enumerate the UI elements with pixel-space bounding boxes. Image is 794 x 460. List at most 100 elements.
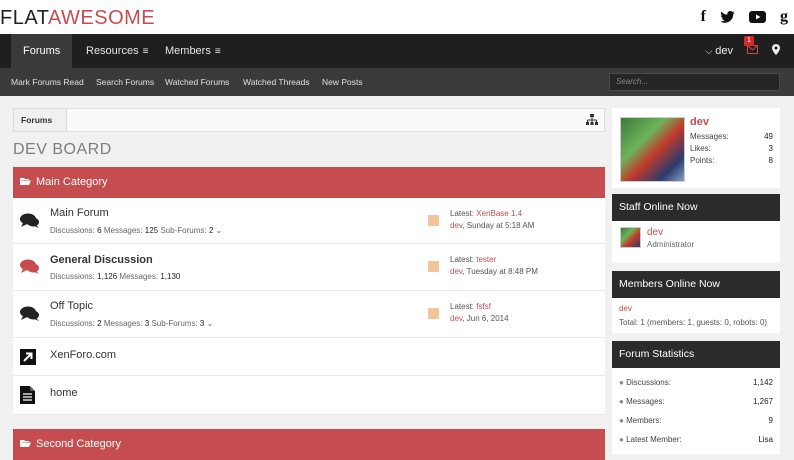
comments-icon: ● bbox=[619, 378, 624, 387]
user-menu: ⌵ dev 1 bbox=[705, 34, 780, 68]
link-forum-title[interactable]: XenForo.com bbox=[50, 349, 116, 361]
staff-online-panel: Staff Online Now dev Administrator bbox=[612, 194, 780, 263]
forum-title[interactable]: Main Forum bbox=[50, 207, 109, 219]
staff-role: Administrator bbox=[647, 240, 695, 249]
page-title-link[interactable]: home bbox=[50, 387, 78, 399]
breadcrumb-forums[interactable]: Forums bbox=[14, 109, 68, 131]
tab-forums-label: Forums bbox=[23, 45, 61, 57]
document-icon bbox=[20, 386, 35, 404]
rss-icon[interactable] bbox=[428, 215, 439, 226]
link-forum-node: XenForo.com bbox=[13, 338, 605, 376]
stat-value: 9 bbox=[768, 416, 773, 425]
points-count: 8 bbox=[768, 156, 773, 165]
likes-label: Likes: bbox=[690, 144, 711, 153]
category-header-second[interactable]: Second Category bbox=[13, 429, 605, 460]
forum-stats: Discussions: 1,126 Messages: 1,130 bbox=[50, 272, 181, 281]
tab-members-label: Members bbox=[165, 45, 211, 57]
youtube-icon[interactable] bbox=[749, 11, 766, 23]
stat-row-messages: ● Messages: bbox=[619, 397, 665, 406]
forum-title[interactable]: General Discussion bbox=[50, 254, 153, 266]
folder-open-icon bbox=[20, 167, 31, 198]
messages-count: 49 bbox=[764, 132, 773, 141]
online-member-link[interactable]: dev bbox=[619, 304, 632, 313]
menu-icon: ≡ bbox=[142, 46, 149, 57]
main-content: Forums DEV BOARD Main Category Main Foru… bbox=[13, 108, 605, 460]
user-dropdown[interactable]: ⌵ dev bbox=[705, 45, 733, 57]
google-icon[interactable]: g bbox=[780, 8, 788, 26]
staff-username[interactable]: dev bbox=[647, 227, 663, 238]
visitor-panel: dev Messages: 49 Likes: 3 Points: 8 bbox=[612, 108, 780, 188]
twitter-icon[interactable] bbox=[720, 11, 735, 23]
sub-navigation: Mark Forums Read Search Forums Watched F… bbox=[0, 68, 794, 96]
latest-thread-link[interactable]: tester bbox=[476, 255, 496, 264]
comments-icon bbox=[20, 306, 39, 321]
inbox-button[interactable]: 1 bbox=[744, 36, 758, 57]
page-node: home bbox=[13, 376, 605, 415]
latest-post: Latest: XenBase 1.4 dev, Sunday at 5:18 … bbox=[450, 209, 535, 230]
forum-title[interactable]: Off Topic bbox=[50, 300, 93, 312]
category-title: Main Category bbox=[36, 176, 108, 188]
chevron-down-icon: ⌄ bbox=[204, 319, 214, 328]
site-logo[interactable]: FLATAWESOME bbox=[0, 7, 155, 30]
category-title: Second Category bbox=[36, 438, 121, 450]
stat-row-latest-member: ● Latest Member: bbox=[619, 435, 682, 444]
logo-awesome: AWESOME bbox=[47, 7, 156, 29]
facebook-icon[interactable]: f bbox=[701, 8, 706, 26]
external-link-icon bbox=[20, 349, 36, 365]
latest-thread-link[interactable]: XenBase 1.4 bbox=[476, 209, 522, 218]
staff-online-heading: Staff Online Now bbox=[612, 194, 780, 221]
forum-statistics-panel: Forum Statistics ● Discussions: 1,142 ● … bbox=[612, 341, 780, 454]
watched-threads-link[interactable]: Watched Threads bbox=[243, 68, 310, 96]
latest-thread-link[interactable]: fsfsf bbox=[476, 302, 491, 311]
inbox-badge: 1 bbox=[744, 36, 754, 46]
search-input[interactable]: Search... bbox=[609, 73, 780, 91]
site-header: FLATAWESOME f g bbox=[0, 0, 794, 34]
rss-icon[interactable] bbox=[428, 308, 439, 319]
online-total: Total: 1 (members: 1, guests: 0, robots:… bbox=[619, 318, 768, 327]
map-marker-icon[interactable] bbox=[772, 44, 780, 58]
rss-icon[interactable] bbox=[428, 261, 439, 272]
points-label: Points: bbox=[690, 156, 715, 165]
breadcrumb: Forums bbox=[13, 108, 605, 132]
likes-count: 3 bbox=[768, 144, 773, 153]
comments-icon bbox=[20, 213, 39, 228]
mark-forums-read-link[interactable]: Mark Forums Read bbox=[11, 68, 84, 96]
forum-stats: Discussions: 2 Messages: 3 Sub-Forums: 3… bbox=[50, 319, 214, 328]
main-navigation: Forums Resources ≡ Members ≡ ⌵ dev 1 bbox=[0, 34, 794, 68]
page-title: DEV BOARD bbox=[13, 141, 112, 158]
members-online-heading: Members Online Now bbox=[612, 271, 780, 298]
logo-flat: FLAT bbox=[0, 7, 48, 29]
latest-user-link[interactable]: dev bbox=[450, 221, 462, 230]
category-header-main[interactable]: Main Category bbox=[13, 167, 605, 198]
chevron-down-icon: ⌄ bbox=[213, 226, 223, 235]
avatar[interactable] bbox=[620, 117, 685, 182]
stat-row-discussions: ● Discussions: bbox=[619, 378, 671, 387]
latest-member-link[interactable]: Lisa bbox=[758, 435, 773, 444]
latest-user-link[interactable]: dev bbox=[450, 267, 462, 276]
menu-icon: ≡ bbox=[214, 46, 221, 57]
stat-value: 1,142 bbox=[752, 378, 773, 387]
envelope-icon bbox=[747, 45, 758, 54]
latest-user-link[interactable]: dev bbox=[450, 314, 462, 323]
subforums-dropdown[interactable]: 3 ⌄ bbox=[200, 319, 213, 328]
subforums-dropdown[interactable]: 2 ⌄ bbox=[209, 226, 222, 235]
tab-members[interactable]: Members ≡ bbox=[153, 34, 233, 68]
comment-icon: ● bbox=[619, 397, 624, 406]
messages-label: Messages: bbox=[690, 132, 729, 141]
stat-row-members: ● Members: bbox=[619, 416, 662, 425]
forum-stats: Discussions: 6 Messages: 125 Sub-Forums:… bbox=[50, 226, 223, 235]
sitemap-icon[interactable] bbox=[586, 114, 598, 126]
tab-forums[interactable]: Forums bbox=[11, 34, 73, 68]
tab-resources[interactable]: Resources ≡ bbox=[74, 34, 160, 68]
stat-value: 1,267 bbox=[752, 397, 773, 406]
users-icon: ● bbox=[619, 416, 624, 425]
new-posts-link[interactable]: New Posts bbox=[322, 68, 363, 96]
tab-resources-label: Resources bbox=[86, 45, 139, 57]
avatar[interactable] bbox=[620, 227, 641, 248]
forum-node: Off Topic Discussions: 2 Messages: 3 Sub… bbox=[13, 291, 605, 338]
latest-post: Latest: tester dev, Tuesday at 8:48 PM bbox=[450, 255, 538, 276]
search-forums-link[interactable]: Search Forums bbox=[96, 68, 154, 96]
user-icon: ● bbox=[619, 435, 624, 444]
watched-forums-link[interactable]: Watched Forums bbox=[165, 68, 229, 96]
profile-username[interactable]: dev bbox=[690, 116, 709, 128]
